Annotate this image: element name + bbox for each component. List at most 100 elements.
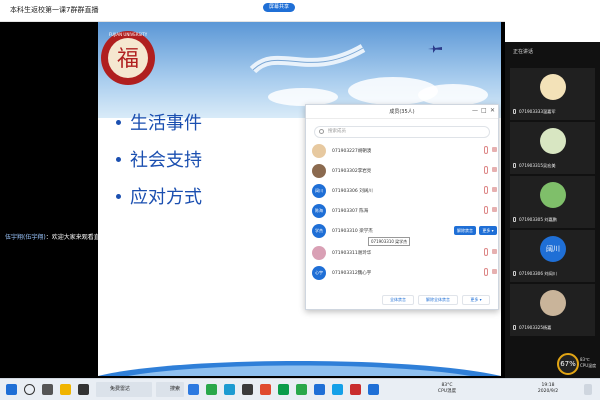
member-name: 071903310 梁学杰 [332,229,373,234]
ribbon-graphic [249,44,366,74]
member-row[interactable]: 阔川 071903306 刘阔川 [312,183,497,201]
member-row[interactable]: 071903302李岩亮 [312,163,497,181]
app-icon[interactable] [332,384,343,395]
avatar [312,164,326,178]
mic-icon [513,325,516,330]
member-row[interactable]: 071903311谢玲华 [312,245,497,263]
app-icon[interactable] [278,384,289,395]
maximize-icon[interactable]: □ [481,107,487,114]
media-icon[interactable] [78,384,89,395]
camera-icon[interactable] [492,249,497,254]
cloud-shape [418,84,488,106]
camera-icon[interactable] [492,269,497,274]
mic-icon [513,217,516,222]
cpu-temp-text: 83℃ CPU温度 [580,357,596,369]
video-tile-name: 071903325杨嘉 [519,325,552,330]
slide-wave-graphic [98,361,501,376]
mic-icon [513,163,516,168]
video-tile-name: 071903333温嘉军 [519,109,556,114]
slide-bullet: 生活事件 [114,109,202,135]
app-icon[interactable] [206,384,217,395]
video-tile[interactable]: 阔川 071903306 刘阔川 [510,230,595,282]
mic-icon[interactable] [484,268,488,276]
camera-icon[interactable] [492,147,497,152]
app-icon[interactable] [368,384,379,395]
camera-icon[interactable] [492,207,497,212]
video-tile[interactable]: 071903333温嘉军 [510,68,595,120]
member-name: 071903227胡朝澳 [332,149,372,154]
mic-icon[interactable] [484,166,488,174]
member-row[interactable]: 心宇 071903312魏心宇 [312,265,497,283]
footer-more-button[interactable]: 更多 ▾ [462,295,490,305]
member-row[interactable]: 071903227胡朝澳 [312,143,497,161]
member-panel: 成员(35人) — □ ✕ 搜索成员 071903227胡朝澳 07190330… [305,104,499,310]
browser-icon[interactable] [188,384,199,395]
university-logo: 福 FUJIAN UNIVERSITY [98,20,158,96]
member-name: 071903302李岩亮 [332,169,372,174]
avatar [312,246,326,260]
tray-temp-label: CPU温度 [437,389,457,394]
search-icon[interactable] [24,384,35,395]
taskbar-app[interactable]: 搜索一下 [156,382,184,397]
member-name: 071903312魏心宇 [332,271,372,276]
avatar [540,290,566,316]
camera-icon[interactable] [492,167,497,172]
member-row[interactable]: 陈海 071903307 陈海 [312,203,497,221]
screen-share-pill[interactable]: 屏幕共享 [263,3,296,12]
video-tile[interactable]: 071903325杨嘉 [510,284,595,336]
camera-icon[interactable] [492,187,497,192]
search-icon [319,129,324,134]
notification-icon[interactable] [584,384,592,395]
member-name: 071903311谢玲华 [332,251,372,256]
avatar [540,182,566,208]
video-panel: 正在讲话 071903333温嘉军 071903315吴宏美 071903305… [505,0,600,378]
more-button[interactable]: 更多 ▾ [479,226,497,235]
member-panel-title: 成员(35人) [389,109,415,115]
mic-icon[interactable] [484,146,488,154]
minimize-icon[interactable]: — [472,107,478,114]
app-root: 本科生返校第一课7群群直播 屏幕共享 — □ ✕ 生活事件 社会支持 应对方式 [0,0,600,400]
avatar [312,144,326,158]
svg-text:FUJIAN UNIVERSITY: FUJIAN UNIVERSITY [109,32,148,37]
tray-clock[interactable]: 19:18 2020/9/2 [532,383,564,395]
video-panel-top [505,0,600,42]
windows-start-icon[interactable] [6,384,17,395]
window-title: 本科生返校第一课7群群直播 [10,6,99,14]
close-icon[interactable]: ✕ [490,107,495,114]
avatar: 学杰 [312,224,326,238]
unmute-all-button[interactable]: 解除全体禁言 [418,295,458,305]
chat-message: 伍宇翔(伍宇翔)：欢迎大家来观看直播 "2020年本科生返校第一课"。 [5,232,188,241]
mic-icon[interactable] [484,186,488,194]
member-panel-header: 成员(35人) — □ ✕ [306,105,498,119]
search-placeholder: 搜索成员 [328,129,346,134]
slide-bullet-list: 生活事件 社会支持 应对方式 [114,109,202,220]
task-view-icon[interactable] [42,384,53,395]
member-search-input[interactable]: 搜索成员 [314,126,490,138]
video-tile-name: 071903305 刘嘉鹏 [519,217,557,222]
video-tile-name: 071903306 刘阔川 [519,271,557,276]
app-icon[interactable] [314,384,325,395]
speaking-label: 正在讲话 [513,49,534,55]
tray-temp[interactable]: 83°C CPU温度 [432,383,462,395]
avatar [540,74,566,100]
video-tile[interactable]: 071903315吴宏美 [510,122,595,174]
app-icon[interactable] [350,384,361,395]
file-explorer-icon[interactable] [60,384,71,395]
app-icon[interactable] [224,384,235,395]
slide-bullet: 社会支持 [114,146,202,172]
wechat-icon[interactable] [296,384,307,395]
taskbar: 免费雷达 搜索一下 83°C CPU温度 19:18 2020/9/2 [0,378,600,400]
member-footer: 全体禁言 解除全体禁言 更多 ▾ [306,291,498,309]
video-tile-name: 071903315吴宏美 [519,163,556,168]
avatar: 阔川 [540,236,566,262]
video-tile[interactable]: 071903305 刘嘉鹏 [510,176,595,228]
mic-icon[interactable] [484,206,488,214]
mute-all-button[interactable]: 全体禁言 [382,295,414,305]
slide-bullet: 应对方式 [114,183,202,209]
cpu-usage-badge[interactable]: 67% [557,353,579,375]
taskbar-app[interactable]: 免费雷达 [96,382,152,397]
mic-icon[interactable] [484,248,488,256]
unmute-button[interactable]: 解除禁言 [454,226,476,235]
app-icon[interactable] [260,384,271,395]
app-icon[interactable] [242,384,253,395]
